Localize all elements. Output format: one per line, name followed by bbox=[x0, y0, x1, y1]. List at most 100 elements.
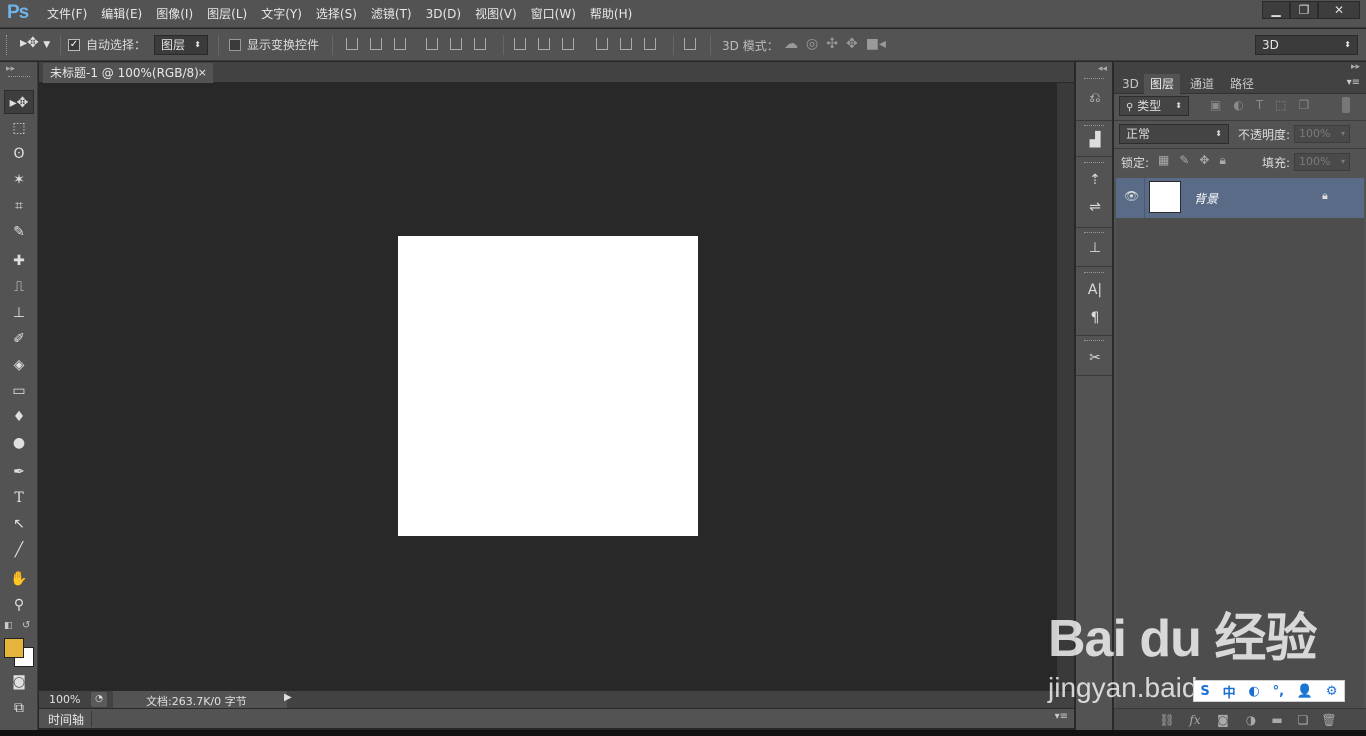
3d-slide-icon[interactable]: ✥ bbox=[846, 36, 858, 52]
preview-icon[interactable]: ◔ bbox=[91, 692, 107, 707]
3d-roll-icon[interactable]: ◎ bbox=[806, 36, 818, 52]
zoom-level[interactable]: 100% bbox=[49, 693, 80, 706]
3d-rotate-icon[interactable]: ☁ bbox=[784, 36, 798, 52]
restore-button[interactable]: ❐ bbox=[1290, 1, 1318, 19]
show-transform-checkbox[interactable] bbox=[229, 38, 241, 51]
default-colors-icon[interactable]: ◧ bbox=[4, 621, 13, 631]
filter-pixel-icon[interactable]: ▣ bbox=[1210, 98, 1221, 112]
blur-tool[interactable]: ♦ bbox=[4, 405, 34, 429]
menu-edit[interactable]: 编辑(E) bbox=[94, 0, 149, 28]
tool-presets-panel-icon[interactable]: ✂ bbox=[1082, 347, 1108, 369]
foreground-color-swatch[interactable] bbox=[4, 638, 24, 658]
menu-layer[interactable]: 图层(L) bbox=[200, 0, 254, 28]
lock-image-icon[interactable]: ✎ bbox=[1179, 153, 1189, 168]
document-tab[interactable]: 未标题-1 @ 100%(RGB/8) × bbox=[43, 63, 213, 83]
filter-adjustment-icon[interactable]: ◐ bbox=[1233, 98, 1243, 112]
link-icon[interactable]: ⛓ bbox=[1158, 712, 1176, 728]
path-select-tool[interactable]: ↖ bbox=[4, 512, 34, 536]
collapse-dock-icon[interactable]: ◂◂ bbox=[1098, 64, 1107, 74]
eyedropper-tool[interactable]: ✎ bbox=[4, 220, 34, 244]
tab-3d[interactable]: 3D bbox=[1116, 74, 1145, 94]
menu-file[interactable]: 文件(F) bbox=[40, 0, 94, 28]
document-canvas[interactable] bbox=[398, 236, 698, 536]
lasso-tool[interactable]: ʘ bbox=[4, 142, 34, 166]
auto-align-icon[interactable] bbox=[684, 38, 696, 50]
align-bottom-icon[interactable] bbox=[394, 38, 406, 50]
layer-row[interactable]: 👁︎ 背景 🔒︎ bbox=[1116, 178, 1364, 218]
move-tool-preset-icon[interactable]: ▸✥ ▼ bbox=[20, 35, 50, 51]
layer-filter-dropdown[interactable]: ⚲ 类型 ⬍ bbox=[1119, 96, 1189, 116]
distribute-vcenter-icon[interactable] bbox=[538, 38, 550, 50]
opacity-field[interactable]: 100% ▾ bbox=[1294, 125, 1350, 143]
distribute-hcenter-icon[interactable] bbox=[620, 38, 632, 50]
ime-settings-icon[interactable]: ⚙ bbox=[1326, 684, 1338, 699]
gradient-tool[interactable]: ▭ bbox=[4, 379, 34, 403]
align-hcenter-icon[interactable] bbox=[450, 38, 462, 50]
type-tool[interactable]: T bbox=[4, 486, 34, 510]
close-window-button[interactable]: ✕ bbox=[1318, 1, 1360, 19]
auto-select-checkbox[interactable]: ✓ bbox=[68, 38, 80, 51]
minimize-button[interactable]: ▁ bbox=[1262, 1, 1290, 19]
menu-type[interactable]: 文字(Y) bbox=[254, 0, 309, 28]
3d-drag-icon[interactable]: ✣ bbox=[826, 36, 838, 52]
eraser-tool[interactable]: ◈ bbox=[4, 353, 34, 377]
panel-menu-icon[interactable]: ▾≡ bbox=[1347, 77, 1360, 88]
crop-tool[interactable]: ⌗ bbox=[4, 194, 34, 218]
screen-mode-tool[interactable]: ⧉ bbox=[4, 696, 34, 720]
tab-layers[interactable]: 图层 bbox=[1144, 74, 1181, 94]
menu-filter[interactable]: 滤镜(T) bbox=[364, 0, 419, 28]
clone-source-panel-icon[interactable]: ⊥ bbox=[1082, 237, 1108, 259]
tab-channels[interactable]: 通道 bbox=[1184, 74, 1220, 94]
move-tool[interactable]: ▸✥ bbox=[4, 90, 34, 114]
filter-type-icon[interactable]: T bbox=[1256, 98, 1263, 112]
filter-toggle-switch[interactable] bbox=[1342, 97, 1350, 113]
mask-icon[interactable]: ◙ bbox=[1214, 712, 1232, 728]
lock-transparent-icon[interactable]: ▦ bbox=[1158, 153, 1169, 168]
healing-tool[interactable]: ✚ bbox=[4, 249, 34, 273]
zoom-tool[interactable]: ⚲ bbox=[4, 593, 34, 617]
brush-preset-panel-icon[interactable]: ⇡ bbox=[1082, 169, 1108, 191]
collapse-tools-icon[interactable]: ▸▸ bbox=[6, 64, 15, 74]
new-layer-icon[interactable]: ❏ bbox=[1294, 712, 1312, 728]
align-right-icon[interactable] bbox=[474, 38, 486, 50]
3d-scale-icon[interactable]: ■◂ bbox=[866, 36, 886, 52]
adjustment-icon[interactable]: ◑ bbox=[1242, 712, 1260, 728]
marquee-tool[interactable]: ⬚ bbox=[4, 116, 34, 140]
line-tool[interactable]: ╱ bbox=[4, 538, 34, 562]
collapse-panel-icon[interactable]: ▸▸ bbox=[1351, 62, 1360, 72]
swap-colors-icon[interactable]: ↺ bbox=[22, 620, 30, 631]
folder-icon[interactable]: ▬ bbox=[1268, 712, 1286, 728]
tab-paths[interactable]: 路径 bbox=[1224, 74, 1260, 94]
fill-field[interactable]: 100% ▾ bbox=[1294, 153, 1350, 171]
paragraph-panel-icon[interactable]: ¶ bbox=[1082, 307, 1108, 329]
status-menu-arrow-icon[interactable]: ▶ bbox=[284, 692, 292, 703]
workspace-dropdown[interactable]: 3D ⬍ bbox=[1255, 35, 1358, 55]
menu-view[interactable]: 视图(V) bbox=[468, 0, 524, 28]
history-panel-icon[interactable]: ⎌ bbox=[1082, 87, 1108, 109]
auto-select-dropdown[interactable]: 图层 ⬍ bbox=[154, 35, 208, 55]
layer-name[interactable]: 背景 bbox=[1194, 190, 1218, 207]
align-vcenter-icon[interactable] bbox=[370, 38, 382, 50]
layer-visibility-eye-icon[interactable]: 👁︎ bbox=[1124, 189, 1139, 203]
filter-shape-icon[interactable]: ⬚ bbox=[1275, 98, 1286, 112]
brush-panel-icon[interactable]: ⇌ bbox=[1082, 196, 1108, 218]
ime-moon-icon[interactable]: ◐ bbox=[1248, 684, 1259, 699]
brush-tool[interactable]: ⎍ bbox=[4, 275, 34, 299]
lock-all-icon[interactable]: 🔒︎ bbox=[1219, 153, 1225, 168]
menu-3d[interactable]: 3D(D) bbox=[419, 0, 468, 28]
quick-mask-tool[interactable]: ◙ bbox=[4, 670, 34, 694]
trash-icon[interactable]: 🗑︎ bbox=[1320, 712, 1338, 728]
dodge-tool[interactable]: ● bbox=[4, 431, 34, 455]
ime-punct-icon[interactable]: °, bbox=[1273, 684, 1284, 699]
ime-logo-icon[interactable]: S bbox=[1200, 684, 1209, 699]
menu-select[interactable]: 选择(S) bbox=[309, 0, 364, 28]
ime-chinese-toggle[interactable]: 中 bbox=[1223, 682, 1236, 701]
character-panel-icon[interactable]: A| bbox=[1082, 279, 1108, 301]
timeline-menu-icon[interactable]: ▾≡ bbox=[1055, 711, 1068, 722]
menu-help[interactable]: 帮助(H) bbox=[583, 0, 639, 28]
blend-mode-dropdown[interactable]: 正常 ⬍ bbox=[1119, 124, 1229, 144]
fx-icon[interactable]: fx bbox=[1186, 712, 1204, 728]
close-document-icon[interactable]: × bbox=[198, 63, 207, 83]
history-brush-tool[interactable]: ✐ bbox=[4, 327, 34, 351]
magic-wand-tool[interactable]: ✶ bbox=[4, 168, 34, 192]
